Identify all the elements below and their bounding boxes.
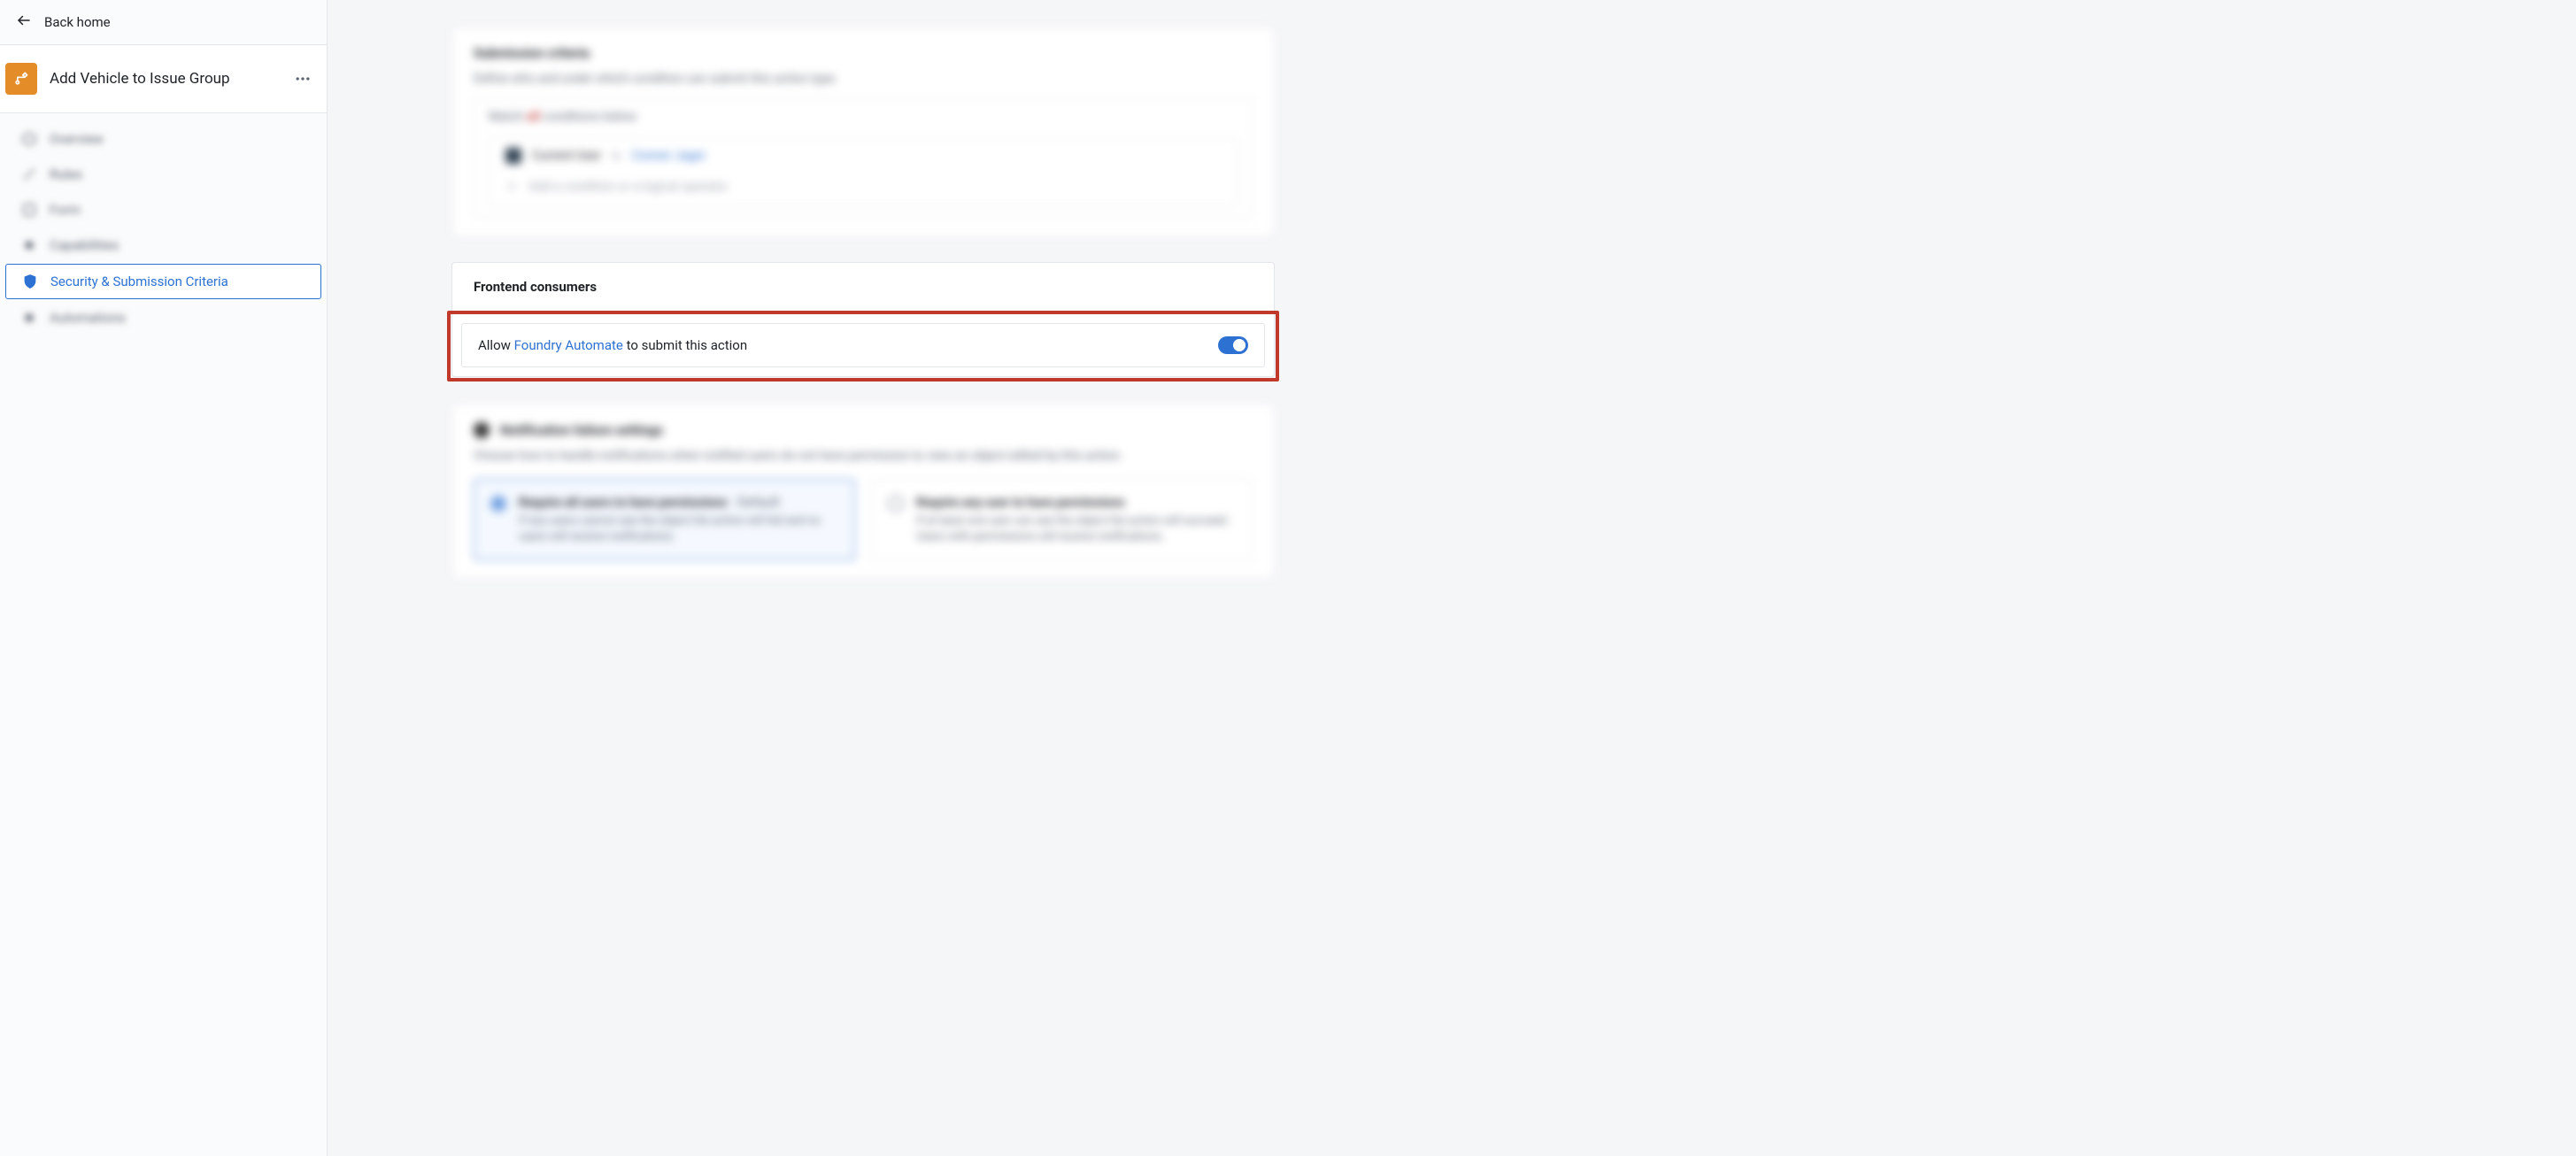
sidebar-item-label: Capabilities bbox=[50, 237, 119, 253]
back-home-label: Back home bbox=[44, 14, 111, 30]
sidebar-item-capabilities[interactable]: Capabilities bbox=[5, 228, 321, 262]
sidebar: Back home Add Vehicle to Issue Group bbox=[0, 0, 328, 1156]
capabilities-icon bbox=[21, 237, 37, 253]
sidebar-item-label: Automations bbox=[50, 310, 126, 326]
back-home-link[interactable]: Back home bbox=[0, 0, 327, 45]
allow-automate-text: Allow Foundry Automate to submit this ac… bbox=[478, 337, 747, 353]
radio-icon bbox=[888, 496, 904, 512]
frontend-consumers-card: Frontend consumers Allow Foundry Automat… bbox=[451, 262, 1275, 377]
option-desc: If any users cannot see the object the a… bbox=[519, 513, 838, 545]
sidebar-nav: Overview Rules Form Capabilities bbox=[0, 113, 327, 336]
radio-icon bbox=[490, 496, 506, 512]
allow-automate-row: Allow Foundry Automate to submit this ac… bbox=[461, 323, 1265, 367]
notification-title: Notification failure settings bbox=[500, 422, 663, 438]
page-title-row: Add Vehicle to Issue Group bbox=[0, 45, 327, 113]
notification-option-any[interactable]: Require any user to have permissions If … bbox=[871, 479, 1253, 560]
notification-description: Choose how to handle notifications when … bbox=[474, 449, 1253, 463]
is-label: is bbox=[612, 149, 621, 163]
option-desc: If at least one user can see the object … bbox=[916, 513, 1236, 545]
submission-criteria-card: Submission criteria Define who and under… bbox=[451, 27, 1275, 237]
option-title: Require any user to have permissions bbox=[916, 496, 1125, 510]
highlight-box: Allow Foundry Automate to submit this ac… bbox=[447, 311, 1279, 381]
allow-automate-toggle[interactable] bbox=[1218, 336, 1248, 354]
sidebar-item-form[interactable]: Form bbox=[5, 193, 321, 227]
foundry-automate-link[interactable]: Foundry Automate bbox=[514, 337, 623, 353]
conditions-box: Match all conditions below Current User … bbox=[474, 98, 1253, 219]
arrow-left-icon bbox=[16, 12, 32, 32]
sidebar-item-label: Overview bbox=[50, 131, 104, 147]
form-icon bbox=[21, 202, 37, 218]
submission-description: Define who and under which condition can… bbox=[474, 72, 1253, 86]
automations-icon bbox=[21, 310, 37, 326]
sidebar-item-rules[interactable]: Rules bbox=[5, 158, 321, 191]
main-content: Submission criteria Define who and under… bbox=[328, 0, 2576, 1156]
sidebar-item-automations[interactable]: Automations bbox=[5, 301, 321, 335]
notification-settings-card: Notification failure settings Choose how… bbox=[451, 404, 1275, 579]
frontend-consumers-title: Frontend consumers bbox=[452, 263, 1274, 311]
sidebar-item-label: Security & Submission Criteria bbox=[50, 274, 228, 289]
add-condition-button[interactable]: ＋ Add a condition or a logical operator bbox=[505, 178, 1221, 196]
current-user-label: Current User bbox=[532, 149, 601, 163]
user-name: Conner Jager bbox=[632, 149, 706, 163]
user-icon bbox=[505, 148, 521, 164]
condition-row[interactable]: Current User is Conner Jager bbox=[505, 148, 1221, 164]
sidebar-item-security[interactable]: Security & Submission Criteria bbox=[5, 264, 321, 299]
rules-icon bbox=[21, 166, 37, 182]
gear-icon bbox=[474, 422, 490, 438]
match-header: Match all conditions below bbox=[489, 110, 1238, 124]
sidebar-item-label: Rules bbox=[50, 166, 82, 182]
notification-option-all[interactable]: Require all users to have permissions · … bbox=[474, 479, 855, 560]
sidebar-item-overview[interactable]: Overview bbox=[5, 122, 321, 156]
shield-icon bbox=[22, 274, 38, 289]
option-title: Require all users to have permissions bbox=[519, 496, 727, 510]
overview-icon bbox=[21, 131, 37, 147]
submission-title: Submission criteria bbox=[474, 45, 1253, 61]
notification-options: Require all users to have permissions · … bbox=[474, 479, 1253, 560]
more-menu-button[interactable] bbox=[289, 66, 316, 92]
sidebar-item-label: Form bbox=[50, 202, 81, 218]
action-type-icon bbox=[5, 63, 37, 95]
page-title: Add Vehicle to Issue Group bbox=[50, 70, 277, 88]
